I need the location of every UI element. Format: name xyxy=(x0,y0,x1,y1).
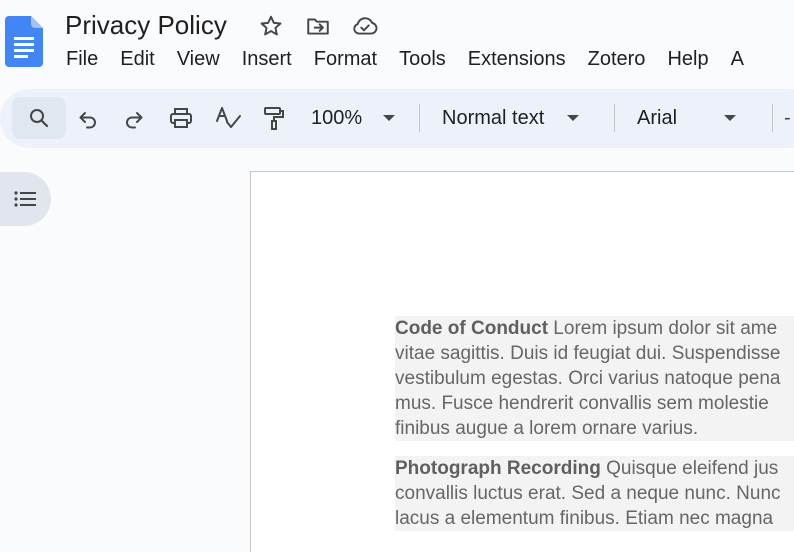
toolbar-divider xyxy=(419,104,420,132)
redo-icon xyxy=(126,112,143,129)
document-title[interactable]: Privacy Policy xyxy=(65,9,227,41)
star-icon[interactable] xyxy=(257,12,285,40)
decrease-font-size-button[interactable]: - xyxy=(784,100,791,136)
chevron-down-icon xyxy=(724,115,737,121)
undo-button[interactable] xyxy=(68,97,108,139)
menu-tools[interactable]: Tools xyxy=(388,46,457,72)
menu-file[interactable]: File xyxy=(55,46,109,72)
paragraph-line: vitae sagittis. Duis id feugiat dui. Sus… xyxy=(395,343,781,364)
chevron-down-icon xyxy=(567,115,580,121)
font-value: Arial xyxy=(637,106,678,129)
menu-accessibility[interactable]: A xyxy=(720,46,755,72)
menu-zotero[interactable]: Zotero xyxy=(577,46,657,72)
menu-bar: File Edit View Insert Format Tools Exten… xyxy=(55,46,755,72)
paragraph-photograph-recording[interactable]: Photograph Recording Quisque eleifend ju… xyxy=(395,456,794,531)
paint-format-button[interactable] xyxy=(254,97,294,139)
paint-format-icon xyxy=(264,107,284,130)
paragraph-code-of-conduct[interactable]: Code of Conduct Lorem ipsum dolor sit am… xyxy=(395,316,794,441)
toolbar-divider xyxy=(772,104,773,132)
paragraph-line: lacus a elementum finibus. Etiam nec mag… xyxy=(395,508,774,529)
spellcheck-icon xyxy=(216,107,241,128)
font-dropdown[interactable]: Arial xyxy=(637,100,737,136)
search-icon xyxy=(30,109,49,128)
paragraph-line: vestibulum egestas. Orci varius natoque … xyxy=(395,368,781,389)
menu-insert[interactable]: Insert xyxy=(231,46,303,72)
zoom-value: 100% xyxy=(311,106,363,129)
paragraph-style-dropdown[interactable]: Normal text xyxy=(442,100,580,136)
toolbar-divider xyxy=(614,104,615,132)
paragraph-style-value: Normal text xyxy=(442,106,545,129)
menu-view[interactable]: View xyxy=(166,46,231,72)
paragraph-heading: Photograph Recording xyxy=(395,458,601,479)
undo-icon xyxy=(79,112,96,129)
paragraph-line: Photograph Recording Quisque eleifend ju… xyxy=(395,458,779,479)
document-body[interactable]: Code of Conduct Lorem ipsum dolor sit am… xyxy=(395,316,794,546)
chevron-down-icon xyxy=(383,115,396,121)
menu-help[interactable]: Help xyxy=(656,46,719,72)
paragraph-line: mus. Fusce hendrerit convallis sem moles… xyxy=(395,393,769,414)
paragraph-line: Code of Conduct Lorem ipsum dolor sit am… xyxy=(395,318,778,339)
spelling-check-button[interactable] xyxy=(208,97,248,139)
document-outline-button[interactable] xyxy=(0,172,51,226)
zoom-dropdown[interactable]: 100% xyxy=(311,100,396,136)
print-icon xyxy=(170,108,192,128)
search-menus-button[interactable] xyxy=(12,97,66,139)
docs-logo-icon[interactable] xyxy=(5,16,43,67)
move-to-folder-icon[interactable] xyxy=(304,12,332,40)
paragraph-line: finibus augue a lorem ornare varius. xyxy=(395,418,699,439)
print-button[interactable] xyxy=(161,97,201,139)
menu-edit[interactable]: Edit xyxy=(109,46,165,72)
paragraph-heading: Code of Conduct xyxy=(395,318,549,339)
cloud-saved-icon[interactable] xyxy=(351,12,379,40)
redo-button[interactable] xyxy=(114,97,154,139)
menu-extensions[interactable]: Extensions xyxy=(457,46,577,72)
paragraph-line: convallis luctus erat. Sed a neque nunc.… xyxy=(395,483,781,504)
outline-list-icon xyxy=(13,191,36,207)
menu-format[interactable]: Format xyxy=(303,46,388,72)
